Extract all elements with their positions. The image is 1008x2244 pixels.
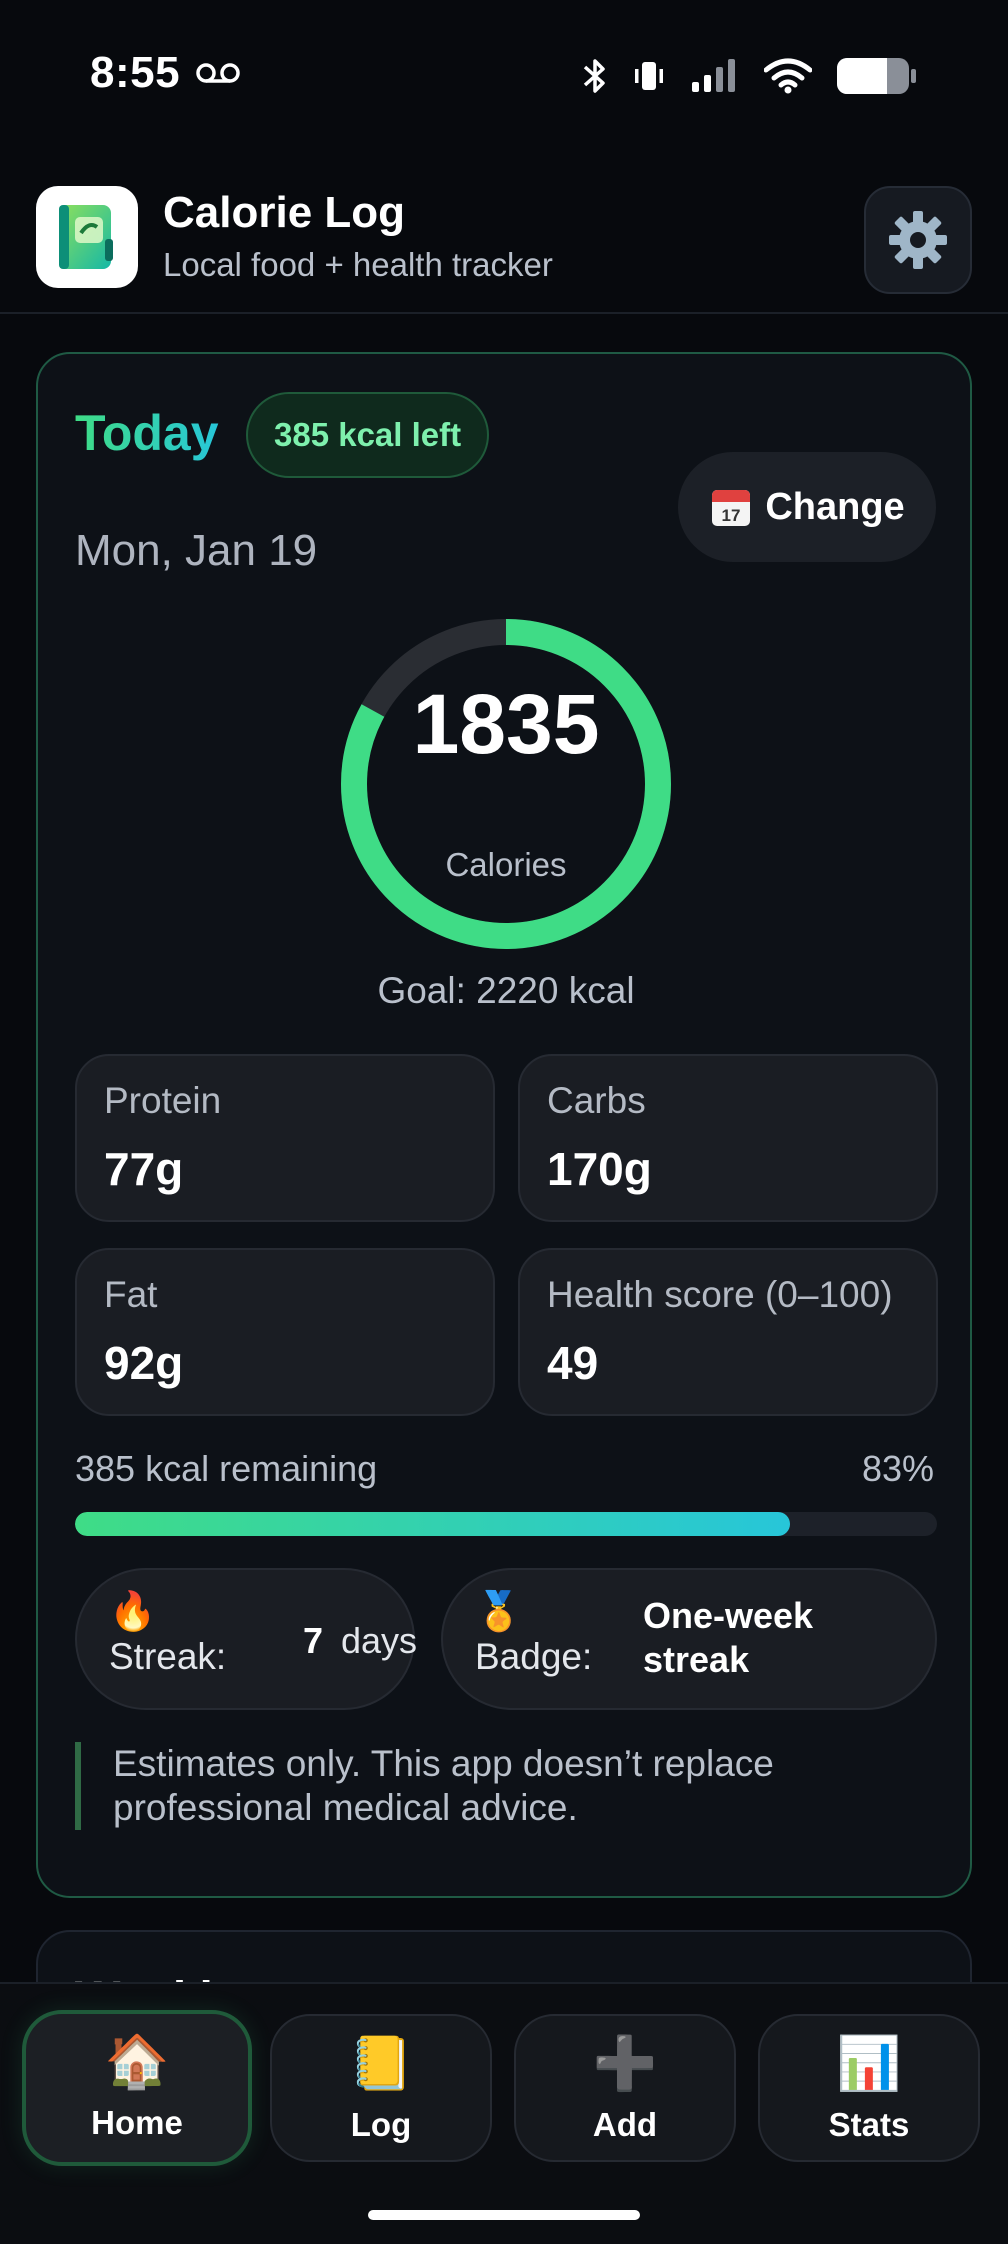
- app-title: Calorie Log: [163, 188, 406, 237]
- stat-protein: Protein 77g: [75, 1054, 495, 1222]
- calorie-goal: Goal: 2220 kcal: [377, 970, 635, 1011]
- streak-value: 7: [303, 1620, 324, 1661]
- streak-pill: 🔥 Streak: 7 days: [75, 1568, 418, 1710]
- bluetooth-icon: [583, 59, 605, 93]
- streak-unit: days: [341, 1620, 418, 1661]
- calorie-ring: 1835 Calories: [338, 616, 674, 952]
- percent-of-goal: 83%: [861, 1448, 934, 1489]
- app-header: Calorie Log Local food + health tracker: [0, 150, 1008, 314]
- streak-label: Streak:: [109, 1636, 227, 1677]
- nav-log[interactable]: 📒 Log: [270, 2014, 492, 2162]
- calories-value: 1835: [412, 677, 600, 771]
- kcal-remaining: 385 kcal remaining: [75, 1448, 378, 1489]
- stat-value: 170g: [547, 1143, 652, 1195]
- vibrate-icon: [635, 62, 663, 90]
- medical-disclaimer: Estimates only. This app doesn’t replace…: [75, 1742, 915, 1830]
- status-time: 8:55: [90, 48, 181, 97]
- cellular-signal-icon: [692, 59, 735, 92]
- house-icon: 🏠: [104, 2033, 170, 2091]
- stat-label: Protein: [104, 1080, 222, 1121]
- app-subtitle: Local food + health tracker: [163, 246, 553, 283]
- medal-icon: 🏅: [475, 1591, 523, 1633]
- nav-label: Add: [592, 2106, 658, 2143]
- status-bar: 8:55: [0, 0, 1008, 150]
- daily-progress-fill: [75, 1512, 791, 1536]
- wifi-icon: [764, 58, 812, 94]
- stat-value: 92g: [104, 1337, 184, 1389]
- nav-home[interactable]: 🏠 Home: [22, 2010, 252, 2166]
- bottom-navigation: 🏠 Home 📒 Log ➕ Add 📊 Stats: [0, 1982, 1008, 2244]
- nav-label: Log: [350, 2106, 412, 2143]
- calories-label: Calories: [445, 846, 567, 883]
- nav-stats[interactable]: 📊 Stats: [758, 2014, 980, 2162]
- stat-value: 49: [547, 1337, 599, 1389]
- kcal-left-badge: 385 kcal left: [246, 392, 490, 478]
- nav-label: Home: [91, 2104, 183, 2141]
- selected-date: Mon, Jan 19: [75, 526, 318, 575]
- gear-icon: [889, 211, 947, 269]
- stat-carbs: Carbs 170g: [518, 1054, 938, 1222]
- badge-value-line1: One-week: [643, 1595, 814, 1636]
- bar-chart-icon: 📊: [836, 2035, 902, 2093]
- badge-label: Badge:: [475, 1636, 593, 1677]
- svg-text:17: 17: [722, 506, 741, 525]
- plus-icon: ➕: [592, 2035, 658, 2093]
- change-button-label: Change: [765, 485, 905, 528]
- settings-button[interactable]: [864, 186, 972, 294]
- stat-label: Fat: [104, 1274, 158, 1315]
- stat-label: Health score (0–100): [547, 1274, 893, 1315]
- voicemail-icon: [196, 63, 240, 83]
- green-notebook-icon: [36, 186, 138, 288]
- stat-value: 77g: [104, 1143, 184, 1195]
- badge-value-line2: streak: [643, 1639, 750, 1680]
- notebook-icon: 📒: [348, 2035, 414, 2093]
- daily-progress-bar: [75, 1512, 937, 1536]
- badge-pill: 🏅 Badge: One-week streak: [441, 1568, 937, 1710]
- nav-add[interactable]: ➕ Add: [514, 2014, 736, 2162]
- fire-icon: 🔥: [109, 1591, 157, 1633]
- stat-health-score: Health score (0–100) 49: [518, 1248, 938, 1416]
- battery-icon: [837, 58, 916, 94]
- stat-fat: Fat 92g: [75, 1248, 495, 1416]
- today-heading: Today: [75, 405, 219, 461]
- change-date-button[interactable]: 17 Change: [678, 452, 936, 562]
- today-card: Today 385 kcal left 17 Change Mon, Jan 1…: [36, 352, 972, 1898]
- calendar-icon: 17: [712, 490, 751, 526]
- stat-label: Carbs: [547, 1080, 646, 1121]
- nav-label: Stats: [828, 2106, 910, 2143]
- home-indicator[interactable]: [368, 2210, 640, 2220]
